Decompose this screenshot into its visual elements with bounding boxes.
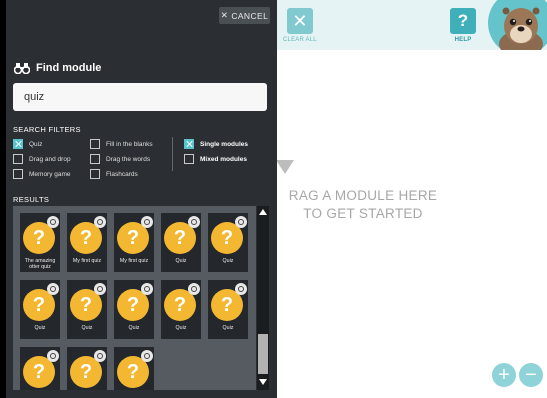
module-tile[interactable]: ? The amazing otter quiz: [20, 213, 60, 272]
checkbox-checked-icon: [13, 139, 23, 149]
checkbox-checked-icon: [184, 139, 194, 149]
close-icon: ✕: [220, 10, 229, 20]
checkbox-icon: [13, 154, 23, 164]
module-title: My first quiz: [72, 258, 102, 264]
filter-label: Fill in the blanks: [106, 140, 153, 148]
filter-label: Drag and drop: [29, 155, 71, 163]
module-title: Quiz: [128, 325, 140, 331]
search-filters-heading: SEARCH FILTERS: [13, 125, 81, 134]
filter-mixed-modules[interactable]: Mixed modules: [184, 154, 247, 164]
filter-divider: [172, 137, 173, 171]
otter-icon: [499, 7, 543, 50]
filter-label: Mixed modules: [200, 155, 247, 163]
module-tile[interactable]: ? Quiz: [161, 213, 201, 272]
scroll-thumb[interactable]: [258, 334, 268, 374]
module-tile[interactable]: ? Quiz: [208, 213, 248, 272]
checkbox-icon: [90, 169, 100, 179]
checkbox-icon: [90, 154, 100, 164]
arrow-down-icon: [259, 379, 267, 385]
preview-magnifier-icon[interactable]: [141, 350, 153, 362]
module-tile[interactable]: ? Quiz: [67, 280, 107, 339]
filter-fill-in-the-blanks[interactable]: Fill in the blanks: [90, 139, 153, 149]
filter-quiz[interactable]: Quiz: [13, 139, 42, 149]
results-heading: RESULTS: [13, 195, 50, 204]
drop-hint-line-2: TO GET STARTED: [303, 206, 423, 221]
filter-label: Memory game: [29, 170, 71, 178]
module-tile[interactable]: ? My first quiz: [67, 213, 107, 272]
filter-label: Quiz: [29, 140, 43, 148]
clear-all-button[interactable]: ✕ CLEAR ALL: [283, 8, 317, 43]
module-tile[interactable]: ?: [67, 347, 107, 390]
help-button[interactable]: ? HELP: [450, 8, 476, 43]
module-title: Quiz: [34, 325, 46, 331]
help-label: HELP: [454, 37, 472, 43]
module-title: Quiz: [175, 258, 187, 264]
results-scrollbar[interactable]: [257, 206, 269, 390]
cancel-button[interactable]: ✕ CANCEL: [219, 7, 270, 24]
filter-memory-game[interactable]: Memory game: [13, 169, 71, 179]
cancel-label: CANCEL: [231, 10, 269, 21]
module-tile[interactable]: ? Quiz: [114, 280, 154, 339]
checkbox-icon: [184, 154, 194, 164]
scroll-up-button[interactable]: [257, 206, 269, 218]
filter-label: Flashcards: [106, 170, 138, 178]
panel-edge: [0, 0, 6, 398]
preview-magnifier-icon[interactable]: [47, 283, 59, 295]
zoom-in-button[interactable]: +: [492, 363, 516, 387]
binoculars-icon: [14, 63, 30, 74]
filter-drag-and-drop[interactable]: Drag and drop: [13, 154, 71, 164]
preview-magnifier-icon[interactable]: [94, 283, 106, 295]
preview-magnifier-icon[interactable]: [141, 283, 153, 295]
module-tile[interactable]: ? Quiz: [161, 280, 201, 339]
preview-magnifier-icon[interactable]: [188, 283, 200, 295]
drop-zone-hint: RAG A MODULE HERE TO GET STARTED: [286, 187, 440, 223]
preview-magnifier-icon[interactable]: [47, 350, 59, 362]
checkbox-icon: [13, 169, 23, 179]
find-module-panel: ✕ CANCEL Find module SEARCH FILTERS Quiz…: [0, 0, 277, 398]
module-title: Quiz: [222, 258, 234, 264]
arrow-up-icon: [259, 209, 267, 215]
module-tile[interactable]: ?: [20, 347, 60, 390]
help-icon: ?: [450, 8, 476, 34]
preview-magnifier-icon[interactable]: [94, 350, 106, 362]
filter-label: Drag the words: [106, 155, 151, 163]
checkbox-icon: [90, 139, 100, 149]
zoom-out-button[interactable]: −: [519, 363, 543, 387]
otter-mascot: [488, 0, 547, 50]
module-tile[interactable]: ? Quiz: [208, 280, 248, 339]
module-title: Quiz: [81, 325, 93, 331]
module-tile[interactable]: ? Quiz: [20, 280, 60, 339]
module-tile[interactable]: ? My first quiz: [114, 213, 154, 272]
search-input[interactable]: [13, 83, 267, 111]
module-title: Quiz: [222, 325, 234, 331]
panel-title-text: Find module: [36, 62, 102, 74]
results-grid: ? The amazing otter quiz ? My first quiz…: [13, 206, 256, 390]
filter-single-modules[interactable]: Single modules: [184, 139, 248, 149]
module-title: The amazing otter quiz: [24, 258, 56, 270]
filter-drag-the-words[interactable]: Drag the words: [90, 154, 150, 164]
preview-magnifier-icon[interactable]: [141, 216, 153, 228]
drop-hint-line-1: RAG A MODULE HERE: [288, 188, 438, 203]
preview-magnifier-icon[interactable]: [188, 216, 200, 228]
clear-all-label: CLEAR ALL: [283, 37, 317, 43]
drop-arrow-icon: [276, 160, 294, 174]
module-tile[interactable]: ?: [114, 347, 154, 390]
clear-icon: ✕: [286, 8, 313, 34]
preview-magnifier-icon[interactable]: [235, 216, 247, 228]
scroll-down-button[interactable]: [257, 376, 269, 388]
preview-magnifier-icon[interactable]: [235, 283, 247, 295]
preview-magnifier-icon[interactable]: [47, 216, 59, 228]
filter-flashcards[interactable]: Flashcards: [90, 169, 138, 179]
panel-title: Find module: [14, 62, 101, 74]
module-title: Quiz: [175, 325, 187, 331]
app-root: ✕ CLEAR ALL ? HELP RAG A MODULE HERE TO …: [0, 0, 547, 398]
preview-magnifier-icon[interactable]: [94, 216, 106, 228]
filter-label: Single modules: [200, 140, 249, 148]
module-title: My first quiz: [119, 258, 149, 264]
